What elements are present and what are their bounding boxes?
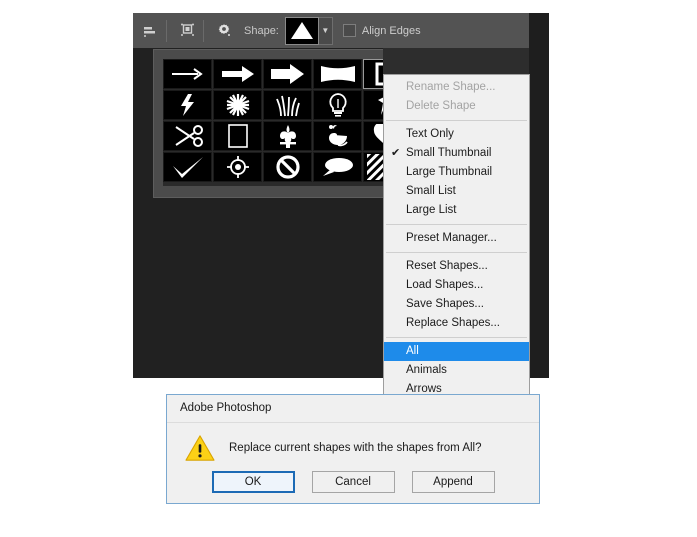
- menu-item-label: Large Thumbnail: [406, 166, 493, 178]
- shape-swatch-button[interactable]: [284, 16, 319, 45]
- menu-item-label: Rename Shape...: [406, 81, 496, 93]
- shape-picker-chevron-down-icon[interactable]: ▼: [318, 16, 333, 45]
- shape-thin-arrow[interactable]: [163, 59, 212, 89]
- align-edges-label: Align Edges: [361, 24, 421, 37]
- shape-speech-bubble[interactable]: [313, 152, 362, 182]
- shape-starburst[interactable]: [213, 90, 262, 120]
- cancel-button[interactable]: Cancel: [311, 471, 395, 493]
- shape-scissors[interactable]: [163, 121, 212, 151]
- options-bar: Shape: ▼ Align Edges: [133, 13, 549, 48]
- menu-item-reset-shapes[interactable]: Reset Shapes...: [384, 257, 529, 276]
- toolbar-divider: [166, 19, 167, 42]
- menu-separator: [386, 252, 527, 253]
- menu-item-small-list[interactable]: Small List: [384, 182, 529, 201]
- menu-item-label: Large List: [406, 204, 457, 216]
- shape-fleur-de-lis[interactable]: [263, 121, 312, 151]
- menu-item-label: Load Shapes...: [406, 279, 484, 291]
- menu-item-label: Preset Manager...: [406, 232, 497, 244]
- dialog-body: Replace current shapes with the shapes f…: [167, 423, 539, 473]
- menu-item-text-only[interactable]: Text Only: [384, 125, 529, 144]
- menu-item-animals[interactable]: Animals: [384, 361, 529, 380]
- menu-item-label: Reset Shapes...: [406, 260, 488, 272]
- dialog-title: Adobe Photoshop: [167, 395, 539, 422]
- path-alignment-icon[interactable]: [174, 18, 200, 44]
- menu-separator: [386, 120, 527, 121]
- shape-light-bulb[interactable]: [313, 90, 362, 120]
- menu-item-label: All: [406, 345, 419, 357]
- menu-item-small-thumbnail[interactable]: ✔ Small Thumbnail: [384, 144, 529, 163]
- shape-picker-context-menu: Rename Shape... Delete Shape Text Only ✔ Sma…: [383, 74, 530, 403]
- menu-item-delete-shape: Delete Shape: [384, 97, 529, 116]
- shape-rectangle-frame[interactable]: [213, 121, 262, 151]
- replace-shapes-dialog: Adobe Photoshop Replace current shapes w…: [166, 394, 540, 504]
- menu-item-rename-shape: Rename Shape...: [384, 78, 529, 97]
- shape-label: Shape:: [244, 24, 279, 37]
- toolbar-divider-2: [203, 19, 204, 42]
- dialog-button-row: OK Cancel Append: [167, 471, 539, 493]
- menu-item-label: Animals: [406, 364, 447, 376]
- menu-item-label: Small List: [406, 185, 456, 197]
- right-dark-strip: [529, 13, 549, 378]
- path-operations-icon[interactable]: [137, 18, 163, 44]
- shape-checkmark[interactable]: [163, 152, 212, 182]
- shape-thick-arrow[interactable]: [263, 59, 312, 89]
- triangle-shape-swatch: [290, 22, 313, 39]
- gear-icon[interactable]: [211, 18, 237, 44]
- shape-bird-ornament[interactable]: [313, 121, 362, 151]
- append-button[interactable]: Append: [411, 471, 495, 493]
- align-edges-checkbox[interactable]: [342, 24, 356, 37]
- menu-separator: [386, 337, 527, 338]
- align-edges-control[interactable]: Align Edges: [342, 24, 421, 37]
- menu-separator: [386, 224, 527, 225]
- warning-triangle-icon: [185, 435, 215, 461]
- menu-item-load-shapes[interactable]: Load Shapes...: [384, 276, 529, 295]
- menu-item-large-thumbnail[interactable]: Large Thumbnail: [384, 163, 529, 182]
- shape-grass[interactable]: [263, 90, 312, 120]
- shape-crosshair-target[interactable]: [213, 152, 262, 182]
- dialog-message: Replace current shapes with the shapes f…: [229, 442, 482, 454]
- shape-no-entry[interactable]: [263, 152, 312, 182]
- menu-item-label: Save Shapes...: [406, 298, 484, 310]
- menu-item-large-list[interactable]: Large List: [384, 201, 529, 220]
- panel-backdrop-strip: [383, 48, 549, 74]
- menu-item-preset-manager[interactable]: Preset Manager...: [384, 229, 529, 248]
- menu-item-label: Delete Shape: [406, 100, 476, 112]
- menu-item-all[interactable]: All: [384, 342, 529, 361]
- menu-item-replace-shapes[interactable]: Replace Shapes...: [384, 314, 529, 333]
- menu-item-label: Replace Shapes...: [406, 317, 500, 329]
- shape-lightning-bolt[interactable]: [163, 90, 212, 120]
- menu-item-label: Small Thumbnail: [406, 147, 492, 159]
- menu-item-save-shapes[interactable]: Save Shapes...: [384, 295, 529, 314]
- ok-button[interactable]: OK: [211, 471, 295, 493]
- shape-arrow[interactable]: [213, 59, 262, 89]
- shape-banner[interactable]: [313, 59, 362, 89]
- menu-item-label: Text Only: [406, 128, 454, 140]
- check-icon: ✔: [391, 147, 401, 159]
